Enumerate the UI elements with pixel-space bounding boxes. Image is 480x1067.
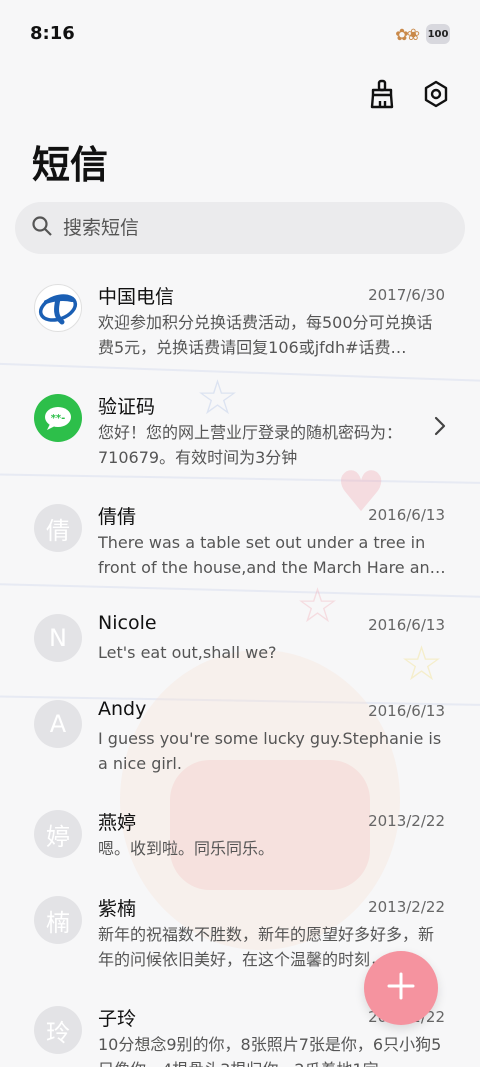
search-input[interactable] [63, 217, 423, 239]
conversation-row[interactable]: 婷 燕婷 2013/2/22 嗯。收到啦。同乐同乐。 [0, 798, 480, 884]
contact-avatar: 楠 [34, 896, 82, 944]
conversation-row[interactable]: A Andy 2016/6/13 I guess you're some luc… [0, 688, 480, 798]
status-time: 8:16 [30, 22, 75, 44]
message-preview: 10分想念9别的你，8张照片7张是你，6只小狗5只像你，4根骨头3根归你，2爪着… [98, 1035, 442, 1067]
contact-avatar: 婷 [34, 810, 82, 858]
message-date: 2016/6/13 [368, 506, 445, 524]
contact-name: 中国电信 [98, 286, 175, 308]
contact-name: Nicole [98, 612, 157, 634]
svg-text:**-: **- [51, 413, 66, 424]
message-date: 2016/6/13 [368, 616, 445, 634]
conversation-list: 中国电信 2017/6/30 欢迎参加积分兑换话费活动，每500分可兑换话费5元… [0, 272, 480, 1067]
message-preview: Let's eat out,shall we? [98, 643, 277, 662]
conversation-row[interactable]: **- 验证码 您好！您的网上营业厅登录的随机密码为：710679。有效时间为3… [0, 382, 480, 492]
contact-name: 燕婷 [98, 812, 137, 834]
message-preview: 欢迎参加积分兑换话费活动，每500分可兑换话费5元，兑换话费请回复106或jfd… [98, 313, 433, 357]
contact-avatar: N [34, 614, 82, 662]
message-preview: 嗯。收到啦。同乐同乐。 [98, 839, 275, 858]
conversation-row[interactable]: 倩 倩倩 2016/6/13 There was a table set out… [0, 492, 480, 602]
conversation-row[interactable]: 中国电信 2017/6/30 欢迎参加积分兑换话费活动，每500分可兑换话费5元… [0, 272, 480, 382]
contact-avatar: A [34, 700, 82, 748]
message-date: 2016/6/13 [368, 702, 445, 720]
compose-button[interactable] [364, 951, 438, 1025]
contact-name: 倩倩 [98, 506, 137, 528]
contact-name: 子玲 [98, 1008, 137, 1030]
battery-icon: 100 [426, 24, 450, 44]
message-date: 2013/2/22 [368, 812, 445, 830]
sticker-icon: ✿❀ [395, 24, 420, 44]
contact-name: 紫楠 [98, 898, 137, 920]
message-preview: 您好！您的网上营业厅登录的随机密码为：710679。有效时间为3分钟 [98, 423, 403, 467]
status-icons: ✿❀ 100 [395, 24, 450, 44]
contact-avatar: 倩 [34, 504, 82, 552]
contact-avatar: 玲 [34, 1006, 82, 1054]
message-date: 2017/6/30 [368, 286, 445, 304]
page-title: 短信 [32, 143, 109, 187]
broom-icon[interactable] [364, 76, 400, 112]
china-telecom-logo [34, 284, 82, 332]
message-date: 2013/2/22 [368, 898, 445, 916]
status-bar: 8:16 ✿❀ 100 [0, 0, 480, 68]
search-bar[interactable] [15, 202, 465, 254]
message-preview: I guess you're some lucky guy.Stephanie … [98, 729, 442, 773]
header-actions [364, 76, 454, 112]
contact-name: 验证码 [98, 396, 156, 418]
plus-icon [385, 970, 417, 1006]
message-preview: There was a table set out under a tree i… [98, 533, 446, 577]
chat-bubble-icon: **- [34, 394, 82, 442]
search-icon [31, 215, 53, 241]
settings-icon[interactable] [418, 76, 454, 112]
contact-name: Andy [98, 698, 147, 720]
conversation-row[interactable]: N Nicole 2016/6/13 Let's eat out,shall w… [0, 602, 480, 688]
